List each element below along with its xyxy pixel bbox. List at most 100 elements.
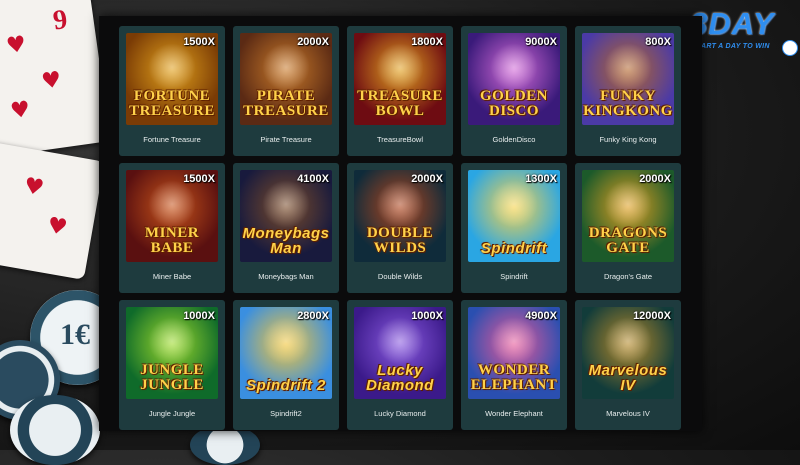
game-tile[interactable]: 2800X Spindrift 2 Spindrift2 <box>233 300 339 430</box>
multiplier-badge: 800X <box>645 36 671 48</box>
game-title: Marvelous IV <box>606 409 650 418</box>
multiplier-badge: 1800X <box>411 36 443 48</box>
game-lobby-panel: 1500X Fortune Treasure Fortune Treasure 200… <box>99 16 702 431</box>
thumbnail-art-glow <box>490 180 538 228</box>
game-logo-text: Treasure Bowl <box>357 88 443 119</box>
game-title: Fortune Treasure <box>143 135 201 144</box>
game-title: Pirate Treasure <box>260 135 312 144</box>
heart-icon: ♥ <box>21 173 46 202</box>
game-tile[interactable]: 1300X Spindrift Spindrift <box>461 163 567 293</box>
game-tile[interactable]: 2000X Double Wilds Double Wilds <box>347 163 453 293</box>
game-logo-text: Dragons Gate <box>588 225 668 256</box>
game-tile[interactable]: 4100X Moneybags Man Moneybags Man <box>233 163 339 293</box>
thumbnail-art-glow <box>262 180 310 228</box>
game-thumbnail[interactable]: 2800X Spindrift 2 <box>240 307 332 399</box>
multiplier-badge: 1000X <box>183 310 215 322</box>
game-tile[interactable]: 1500X Fortune Treasure Fortune Treasure <box>119 26 225 156</box>
game-title: Lucky Diamond <box>374 409 426 418</box>
game-thumbnail[interactable]: 4900X Wonder Elephant <box>468 307 560 399</box>
thumbnail-art-glow <box>148 180 196 228</box>
game-tile[interactable]: 4900X Wonder Elephant Wonder Elephant <box>461 300 567 430</box>
game-title: Dragon's Gate <box>603 272 653 281</box>
multiplier-badge: 4100X <box>297 173 329 185</box>
game-thumbnail[interactable]: 12000X Marvelous IV <box>582 307 674 399</box>
multiplier-badge: 2800X <box>297 310 329 322</box>
heart-icon: ♥ <box>4 31 28 60</box>
game-logo-text: Lucky Diamond <box>366 362 434 394</box>
thumbnail-art-glow <box>490 43 538 91</box>
game-tile[interactable]: 9000X Golden Disco GoldenDisco <box>461 26 567 156</box>
brand-logo: 8DAY START A DAY TO WIN <box>690 6 800 66</box>
game-thumbnail[interactable]: 9000X Golden Disco <box>468 33 560 125</box>
game-tile[interactable]: 12000X Marvelous IV Marvelous IV <box>575 300 681 430</box>
game-thumbnail[interactable]: 1500X Fortune Treasure <box>126 33 218 125</box>
game-logo-text: Funky KingKong <box>583 88 673 119</box>
game-logo-text: Spindrift 2 <box>246 377 326 394</box>
game-thumbnail[interactable]: 1300X Spindrift <box>468 170 560 262</box>
game-thumbnail[interactable]: 1000X Lucky Diamond <box>354 307 446 399</box>
thumbnail-art-glow <box>148 317 196 365</box>
multiplier-badge: 1500X <box>183 173 215 185</box>
game-tile[interactable]: 800X Funky KingKong Funky King Kong <box>575 26 681 156</box>
game-thumbnail[interactable]: 4100X Moneybags Man <box>240 170 332 262</box>
game-logo-text: Golden Disco <box>479 88 548 119</box>
game-tile[interactable]: 1500X Miner Babe Miner Babe <box>119 163 225 293</box>
poker-chip <box>10 395 100 465</box>
game-title: GoldenDisco <box>492 135 536 144</box>
heart-icon: ♥ <box>8 96 32 125</box>
game-title: Moneybags Man <box>258 272 314 281</box>
playing-card: ♥ ♥ <box>0 140 105 280</box>
game-logo-text: Pirate Treasure <box>243 88 329 119</box>
game-title: Spindrift2 <box>270 409 302 418</box>
game-tile[interactable]: 2000X Dragons Gate Dragon's Gate <box>575 163 681 293</box>
multiplier-badge: 4900X <box>525 310 557 322</box>
thumbnail-art-glow <box>490 317 538 365</box>
game-logo-text: Spindrift <box>480 240 548 257</box>
thumbnail-art-glow <box>376 180 424 228</box>
game-logo-text: Marvelous IV <box>588 362 668 394</box>
game-thumbnail[interactable]: 2000X Pirate Treasure <box>240 33 332 125</box>
game-title: Wonder Elephant <box>485 409 543 418</box>
game-grid: 1500X Fortune Treasure Fortune Treasure 200… <box>119 26 681 430</box>
logo-text: 8DAY <box>690 6 775 41</box>
game-thumbnail[interactable]: 1000X Jungle Jungle <box>126 307 218 399</box>
playing-card: 9 ♥ ♥ ♥ <box>0 0 111 158</box>
thumbnail-art-glow <box>604 180 652 228</box>
game-logo-text: Wonder Elephant <box>470 362 558 393</box>
game-tile[interactable]: 1800X Treasure Bowl TreasureBowl <box>347 26 453 156</box>
game-logo-text: Jungle Jungle <box>140 362 204 393</box>
game-title: TreasureBowl <box>377 135 423 144</box>
thumbnail-art-glow <box>376 317 424 365</box>
multiplier-badge: 2000X <box>639 173 671 185</box>
thumbnail-art-glow <box>262 317 310 365</box>
soccer-ball-icon <box>782 40 798 56</box>
game-thumbnail[interactable]: 2000X Double Wilds <box>354 170 446 262</box>
game-logo-text: Miner Babe <box>144 225 200 256</box>
heart-icon: ♥ <box>45 213 70 242</box>
game-tile[interactable]: 2000X Pirate Treasure Pirate Treasure <box>233 26 339 156</box>
thumbnail-art-glow <box>376 43 424 91</box>
poker-chip <box>190 425 260 465</box>
multiplier-badge: 12000X <box>633 310 671 322</box>
multiplier-badge: 1300X <box>525 173 557 185</box>
game-thumbnail[interactable]: 2000X Dragons Gate <box>582 170 674 262</box>
game-thumbnail[interactable]: 1500X Miner Babe <box>126 170 218 262</box>
game-title: Jungle Jungle <box>148 409 196 418</box>
multiplier-badge: 1500X <box>183 36 215 48</box>
game-title: Spindrift <box>500 272 528 281</box>
game-tile[interactable]: 1000X Jungle Jungle Jungle Jungle <box>119 300 225 430</box>
heart-icon: ♥ <box>40 67 64 95</box>
thumbnail-art-glow <box>148 43 196 91</box>
thumbnail-art-glow <box>262 43 310 91</box>
game-title: Funky King Kong <box>599 135 657 144</box>
multiplier-badge: 9000X <box>525 36 557 48</box>
game-tile[interactable]: 1000X Lucky Diamond Lucky Diamond <box>347 300 453 430</box>
game-title: Double Wilds <box>377 272 423 281</box>
game-title: Miner Babe <box>152 272 192 281</box>
multiplier-badge: 2000X <box>297 36 329 48</box>
chip-value: 1€ <box>60 318 90 351</box>
multiplier-badge: 2000X <box>411 173 443 185</box>
game-thumbnail[interactable]: 1800X Treasure Bowl <box>354 33 446 125</box>
game-thumbnail[interactable]: 800X Funky KingKong <box>582 33 674 125</box>
game-logo-text: Moneybags Man <box>242 225 330 257</box>
